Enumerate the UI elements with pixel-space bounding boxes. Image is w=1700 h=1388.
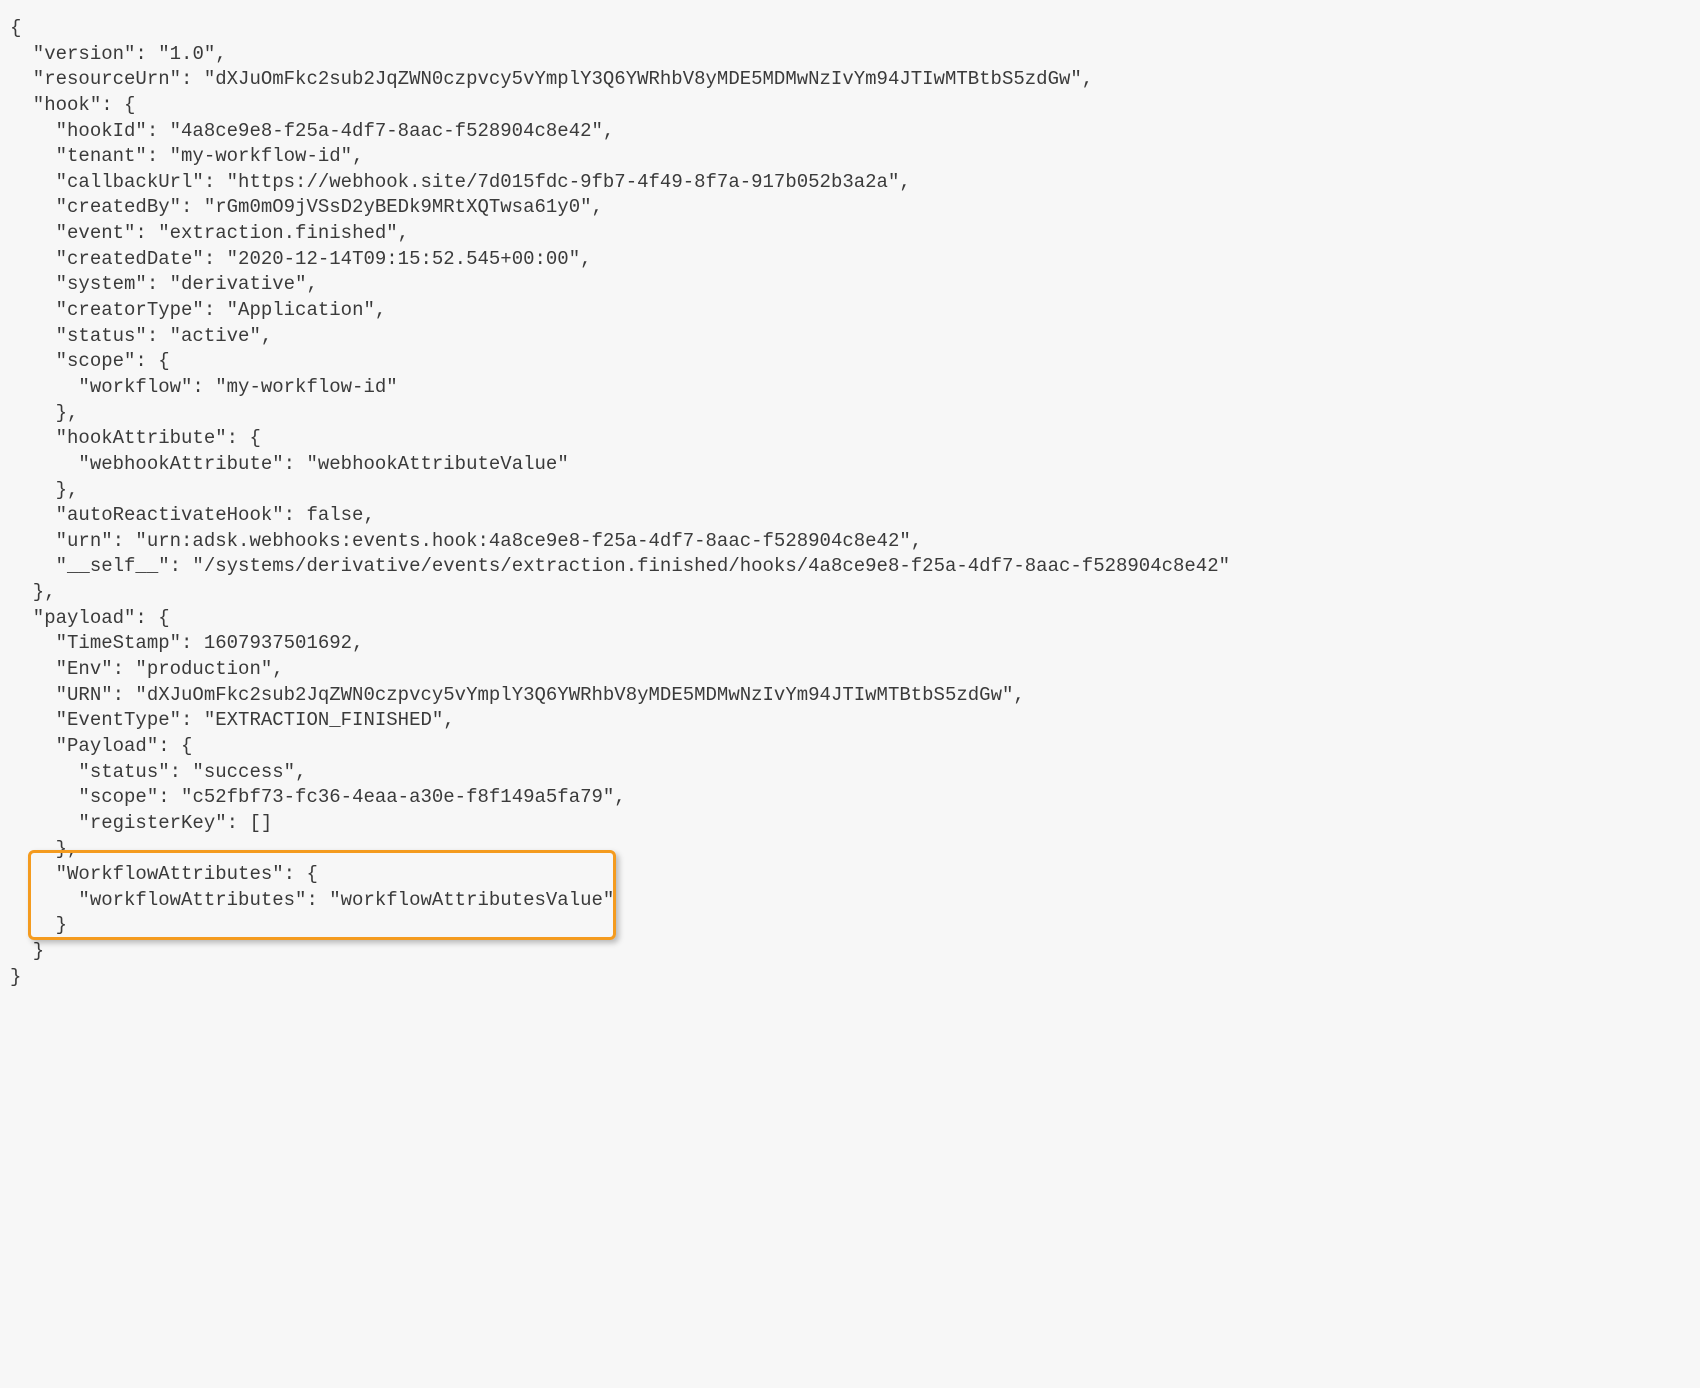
json-code-block: { "version": "1.0", "resourceUrn": "dXJu… [0,0,1700,1010]
code-text: { "version": "1.0", "resourceUrn": "dXJu… [10,17,1230,988]
